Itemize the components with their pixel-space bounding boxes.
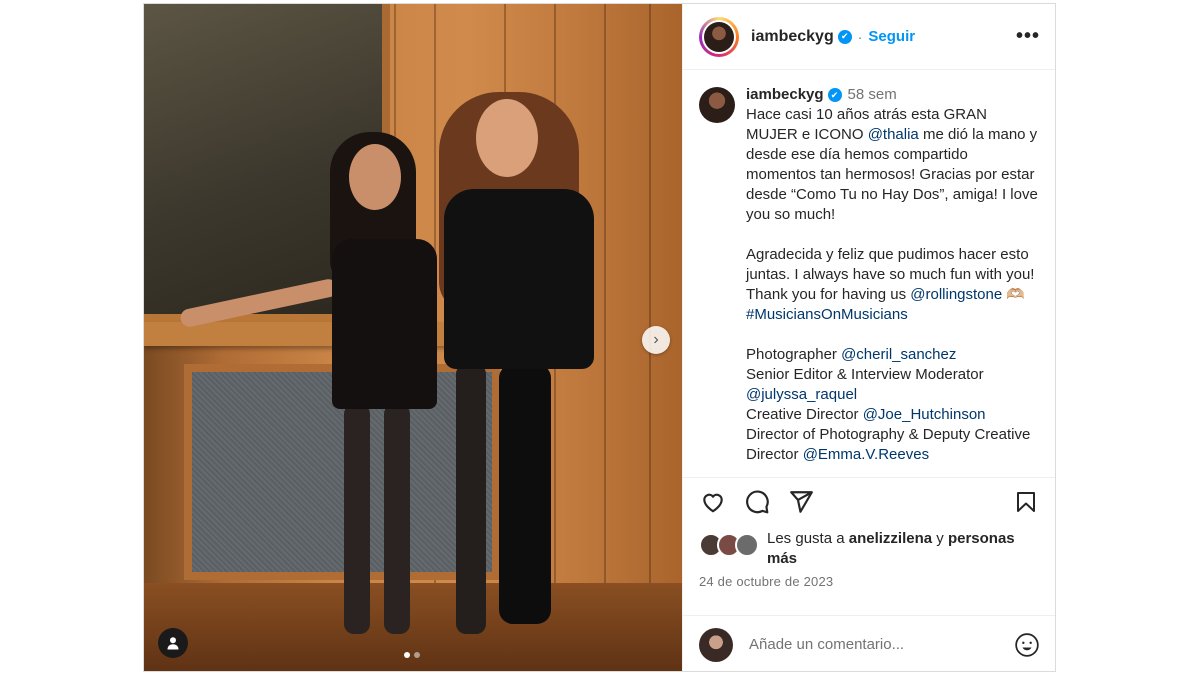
liker-username[interactable]: anelizzilena [849,530,932,547]
user-icon [167,637,179,650]
credit-role: Senior Editor & Interview Moderator [746,366,984,383]
wooden-floor [144,583,682,671]
avatar [704,21,734,52]
person-right-leg [456,364,486,634]
follow-button[interactable]: Seguir [868,28,915,45]
wood-plank-line [604,4,606,671]
save-button[interactable] [1012,488,1040,516]
post-header: iambeckyg ✔ · Seguir ••• [683,4,1055,70]
post-photo[interactable]: › [144,4,682,671]
carousel-indicator [404,652,420,658]
hashtag-link[interactable]: #MusiciansOnMusicians [746,306,908,323]
tagged-users-button[interactable] [158,628,188,658]
likes-connector: y [932,530,948,547]
comment-icon [746,490,769,513]
person-left-dress [332,239,437,409]
more-options-icon[interactable]: ••• [1016,25,1040,48]
mention-link[interactable]: @cheril_sanchez [841,346,956,363]
likes-text: Les gusta a anelizzilena y personas más [767,529,1040,569]
person-right-jacket [444,189,594,369]
chevron-right-icon: › [653,331,659,348]
post-actions [683,477,1055,525]
story-ring-avatar[interactable] [699,16,739,57]
like-button[interactable] [699,488,727,516]
header-username[interactable]: iambeckyg [751,28,834,46]
post-side-panel: iambeckyg ✔ · Seguir ••• iambeckyg ✔ 58 se… [682,4,1055,671]
caption-avatar[interactable] [699,87,735,123]
avatar [735,533,759,557]
current-user-avatar [699,627,733,662]
caption-text: iambeckyg ✔ 58 sem Hace casi 10 años atrás… [746,85,1040,465]
mention-link[interactable]: @Joe_Hutchinson [863,406,986,423]
emoji-icon[interactable] [1014,632,1040,658]
heart-hands-emoji: 🫶🏼 [1002,286,1026,303]
caption-scroll-area[interactable]: iambeckyg ✔ 58 sem Hace casi 10 años atrás… [683,71,1055,477]
post-date[interactable]: 24 de octubre de 2023 [699,574,833,589]
person-left-leg [384,404,410,634]
likes-prefix: Les gusta a [767,530,849,547]
bookmark-icon [1017,491,1035,512]
instagram-post: › iambeckyg ✔ · Seguir ••• iambeckyg ✔ 5… [143,3,1056,672]
liker-avatars [699,533,759,569]
credit-role: Creative Director [746,406,863,423]
mention-link[interactable]: @Emma.V.Reeves [803,446,929,463]
post-time[interactable]: 58 sem [848,86,897,103]
mention-link[interactable]: @thalia [868,126,919,143]
carousel-dot-active [404,652,410,658]
person-left-leg [344,404,370,634]
carousel-dot [414,652,420,658]
share-button[interactable] [787,488,815,516]
mention-link[interactable]: @julyssa_raquel [746,386,857,403]
comment-input[interactable] [747,635,1014,654]
comment-button[interactable] [743,488,771,516]
verified-badge-icon: ✔ [827,88,842,102]
verified-badge-icon: ✔ [837,29,852,44]
comment-bar [683,615,1055,671]
person-right-face [476,99,538,177]
likes-summary[interactable]: Les gusta a anelizzilena y personas más [699,529,1040,569]
credit-role: Photographer [746,346,842,363]
mention-link[interactable]: @rollingstone [910,286,1002,303]
heart-icon [703,493,723,512]
next-slide-button[interactable]: › [642,326,670,354]
person-left-face [349,144,401,210]
separator-dot: · [857,28,863,45]
send-icon [790,490,813,513]
caption-username[interactable]: iambeckyg [746,86,824,103]
person-right-boot [499,364,551,624]
